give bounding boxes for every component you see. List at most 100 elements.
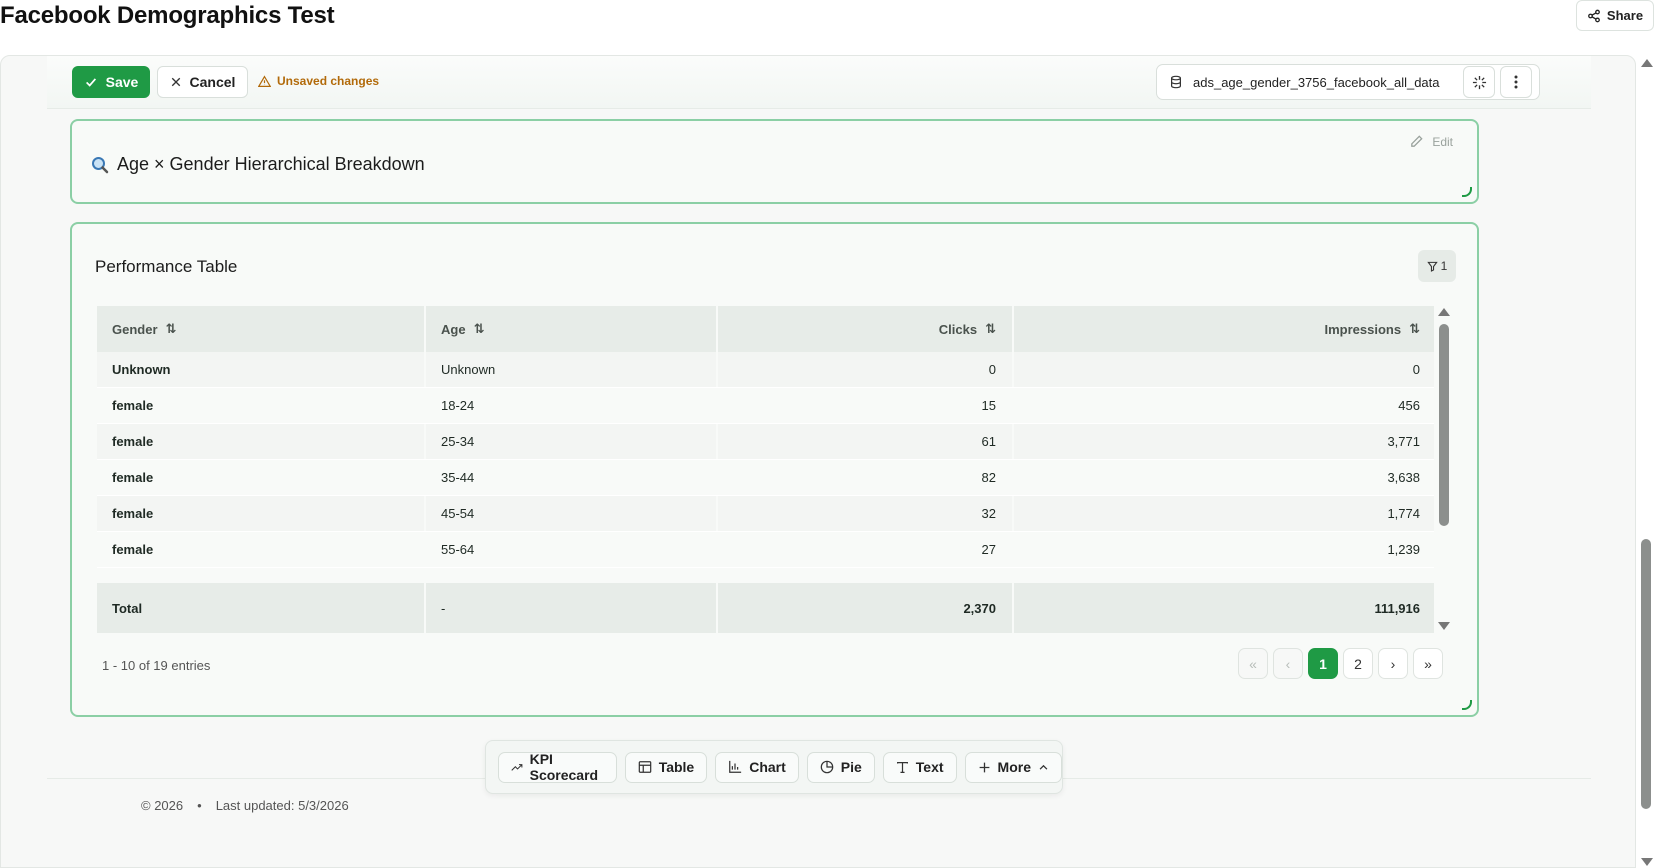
total-cell: 2,370 — [718, 583, 1014, 633]
table-cell: 82 — [718, 460, 1014, 495]
page-button[interactable]: 2 — [1343, 648, 1373, 679]
table-cell: 45-54 — [426, 496, 718, 531]
column-header-label: Gender — [112, 321, 158, 337]
table-row: female 45-54 32 1,774 — [97, 496, 1434, 532]
column-header-label: Age — [441, 321, 466, 337]
table-scrollbar[interactable] — [1437, 306, 1451, 633]
add-text-button[interactable]: Text — [882, 751, 957, 783]
chevron-up-icon — [1039, 764, 1048, 770]
bar-chart-icon — [729, 760, 742, 773]
table-cell: 25-34 — [426, 424, 718, 459]
database-icon — [1171, 75, 1181, 89]
column-header-label: Clicks — [938, 321, 978, 337]
add-kpi-label: KPI Scorecard — [529, 751, 599, 783]
add-chart-label: Chart — [749, 759, 786, 775]
table-icon — [638, 761, 651, 773]
table-widget: Performance Table 1 Gender ⇅ Age ⇅ Clicks ⇅… — [70, 222, 1479, 717]
table-cell: 1,774 — [1387, 506, 1420, 521]
vertical-dots-icon — [1514, 75, 1518, 89]
table-cell: 18-24 — [426, 388, 718, 423]
table-cell: Unknown — [97, 352, 426, 387]
add-pie-label: Pie — [840, 759, 862, 775]
table-cell: 35-44 — [426, 460, 718, 495]
table-cell: 55-64 — [426, 532, 718, 567]
total-cell: - — [426, 583, 718, 633]
check-icon — [85, 78, 96, 87]
resize-handle[interactable] — [1462, 700, 1472, 710]
add-pie-button[interactable]: Pie — [806, 751, 875, 783]
text-widget-heading: Age × Gender Hierarchical Breakdown — [91, 154, 425, 175]
next-page-button[interactable]: › — [1378, 648, 1408, 679]
page-title: Facebook Demographics Test — [0, 2, 335, 29]
more-widgets-button[interactable]: More — [964, 751, 1062, 783]
data-source-value: ads_age_gender_3756_facebook_all_data — [1193, 74, 1440, 90]
more-options-button[interactable] — [1500, 66, 1532, 98]
table-cell: 456 — [1398, 398, 1420, 413]
column-header-gender[interactable]: Gender ⇅ — [97, 306, 426, 352]
add-table-label: Table — [658, 759, 695, 775]
sort-icon: ⇅ — [985, 321, 996, 336]
share-button[interactable]: Share — [1576, 0, 1654, 31]
save-button[interactable]: Save — [72, 66, 150, 98]
copyright: © 2026 — [141, 798, 184, 813]
trending-up-icon — [511, 763, 523, 771]
table-row: female 55-64 27 1,239 — [97, 532, 1434, 568]
unsaved-indicator: Unsaved changes — [258, 74, 379, 88]
pencil-icon — [1411, 135, 1423, 147]
sparkle-icon — [1472, 75, 1486, 89]
add-table-button[interactable]: Table — [624, 751, 708, 783]
warning-icon — [258, 74, 271, 87]
table-row: female 25-34 61 3,771 — [97, 424, 1434, 460]
previous-page-button[interactable]: ‹ — [1273, 648, 1303, 679]
plus-icon — [979, 762, 989, 772]
scrollbar-thumb[interactable] — [1439, 324, 1449, 526]
edit-button[interactable]: Edit — [1409, 134, 1453, 149]
add-chart-button[interactable]: Chart — [715, 751, 799, 783]
table-cell: 32 — [718, 496, 1014, 531]
filter-button[interactable]: 1 — [1418, 250, 1456, 282]
sort-icon: ⇅ — [473, 321, 485, 336]
column-header-label: Impressions — [1324, 321, 1402, 337]
cancel-button[interactable]: Cancel — [157, 66, 248, 98]
column-header-impressions[interactable]: Impressions ⇅ — [1014, 306, 1434, 352]
table-row: Unknown Unknown 0 0 — [97, 352, 1434, 388]
pagination: « ‹ 1 2 › » — [1238, 648, 1443, 679]
edit-label: Edit — [1432, 134, 1453, 149]
add-text-label: Text — [915, 759, 944, 775]
table-widget-title: Performance Table — [95, 257, 238, 276]
pie-chart-icon — [820, 760, 834, 774]
table-cell: female — [97, 424, 426, 459]
scroll-down-icon[interactable] — [1641, 858, 1653, 866]
edit-toolbar: Save Cancel Unsaved changes ads_age_gend… — [47, 56, 1591, 109]
share-label: Share — [1606, 8, 1644, 23]
cancel-label: Cancel — [189, 74, 236, 90]
scroll-up-icon[interactable] — [1438, 308, 1450, 316]
table-row: female 35-44 82 3,638 — [97, 460, 1434, 496]
column-header-clicks[interactable]: Clicks ⇅ — [718, 306, 1014, 352]
filter-icon — [1426, 261, 1438, 272]
total-cell: 111,916 — [1374, 600, 1420, 616]
page-header: Facebook Demographics Test Share — [0, 0, 1655, 54]
table-cell: 15 — [718, 388, 1014, 423]
add-kpi-scorecard-button[interactable]: KPI Scorecard — [498, 751, 617, 783]
page-scrollbar[interactable] — [1637, 55, 1655, 868]
table-cell: 1,239 — [1387, 542, 1420, 557]
scroll-up-icon[interactable] — [1641, 59, 1653, 67]
resize-handle[interactable] — [1462, 187, 1472, 197]
text-icon — [896, 761, 908, 773]
ai-assist-button[interactable] — [1463, 66, 1495, 98]
more-widgets-label: More — [997, 759, 1031, 775]
sort-icon: ⇅ — [165, 321, 177, 336]
last-page-button[interactable]: » — [1413, 648, 1443, 679]
table-cell: 61 — [718, 424, 1014, 459]
sort-icon: ⇅ — [1409, 321, 1420, 336]
table-total-row: Total - 2,370 111,916 — [97, 583, 1434, 633]
scroll-down-icon[interactable] — [1438, 622, 1450, 630]
page-button[interactable]: 1 — [1308, 648, 1338, 679]
column-header-age[interactable]: Age ⇅ — [426, 306, 718, 352]
add-widget-bar: KPI Scorecard Table Chart Pie Text More — [485, 740, 1063, 794]
text-widget[interactable]: Age × Gender Hierarchical Breakdown Edit — [70, 119, 1479, 204]
save-label: Save — [105, 74, 139, 90]
first-page-button[interactable]: « — [1238, 648, 1268, 679]
scrollbar-thumb[interactable] — [1641, 539, 1651, 809]
